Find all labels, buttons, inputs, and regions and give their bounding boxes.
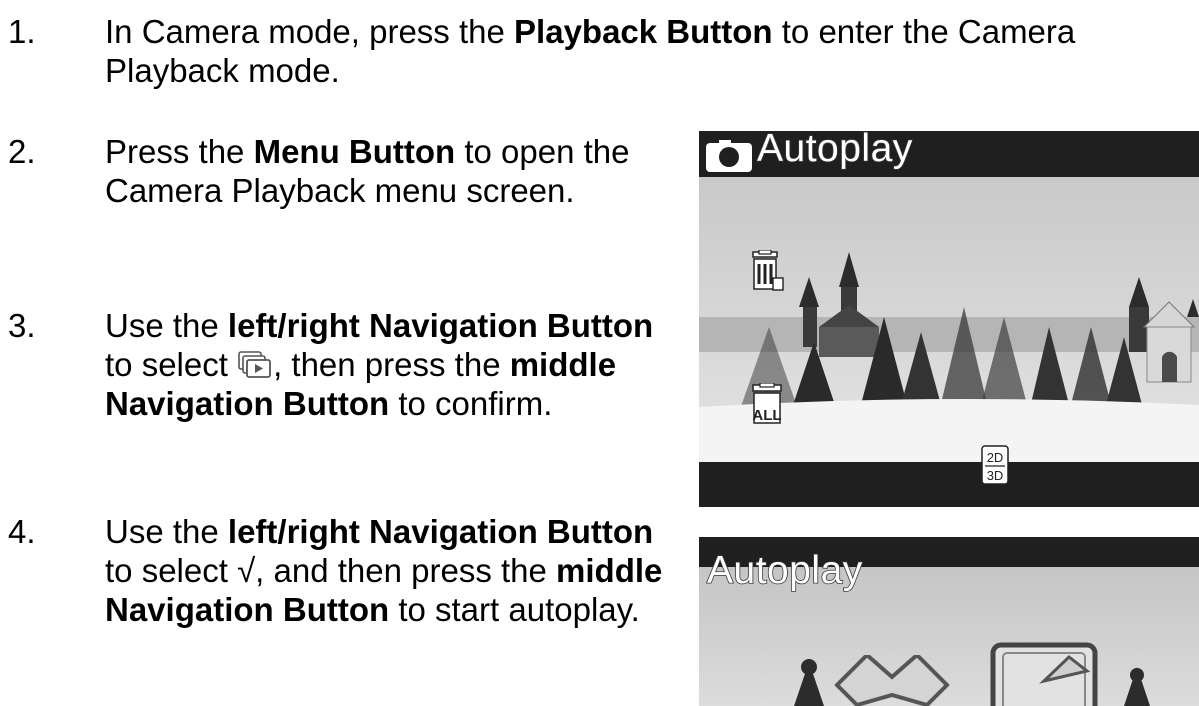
step-number: 3. — [8, 307, 36, 344]
cancel-x-icon[interactable] — [827, 655, 957, 706]
step-text: Press the Menu Button to open the Camera… — [105, 133, 630, 209]
delete-one-icon — [752, 250, 784, 291]
step-number: 1. — [8, 13, 36, 50]
confirm-check-icon[interactable] — [989, 641, 1099, 706]
step-text: Use the left/right Navigation Button to … — [105, 307, 654, 422]
autoplay-icon — [238, 351, 271, 378]
menu-button-label: Menu Button — [253, 133, 456, 170]
delete-all-icon: ALL — [752, 383, 782, 424]
screen-title: Autoplay — [706, 548, 863, 593]
svg-text:3D: 3D — [987, 468, 1004, 483]
step-number: 2. — [8, 133, 36, 170]
2d-3d-icon: 2D 3D — [981, 445, 1009, 485]
playback-button-label: Playback Button — [514, 13, 773, 50]
svg-text:ALL: ALL — [752, 407, 781, 424]
playback-menu-screen: Autoplay ALL 2D 3D — [699, 131, 1199, 507]
camera-icon — [706, 140, 752, 172]
step-number: 4. — [8, 513, 36, 550]
step-text: In Camera mode, press the Playback Butto… — [105, 13, 1076, 89]
screen-title: Autoplay — [756, 131, 913, 171]
autoplay-confirm-screen: Autoplay — [699, 537, 1199, 706]
svg-text:2D: 2D — [987, 450, 1004, 465]
step-text: Use the left/right Navigation Button to … — [105, 513, 663, 628]
